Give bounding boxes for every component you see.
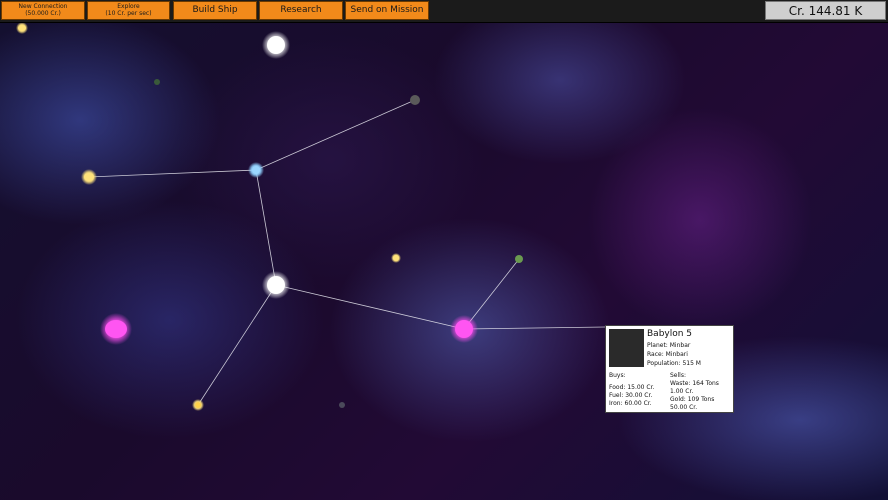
population-field: Population: 515 M	[647, 360, 701, 367]
connection-line	[275, 284, 465, 330]
send-on-mission-button[interactable]: Send on Mission	[345, 1, 429, 20]
sells-section: Sells: Waste: 164 Tons 1.00 Cr. Gold: 10…	[670, 372, 719, 412]
planet-field: Planet: Minbar	[647, 342, 691, 349]
connection-line	[88, 169, 257, 178]
star-system[interactable]	[339, 402, 345, 408]
buys-item: Food: 15.00 Cr.	[609, 384, 655, 391]
connection-line	[255, 99, 416, 171]
send-on-mission-label: Send on Mission	[350, 5, 424, 15]
buys-item: Iron: 60.00 Cr.	[609, 400, 652, 407]
star-system[interactable]	[262, 31, 290, 59]
star-system[interactable]	[262, 271, 290, 299]
planet-thumbnail	[609, 329, 644, 367]
research-button[interactable]: Research	[259, 1, 343, 20]
star-system[interactable]	[16, 22, 28, 34]
star-system[interactable]	[515, 255, 523, 263]
new-connection-button[interactable]: New Connection (50.000 Cr.)	[1, 1, 85, 20]
top-toolbar: New Connection (50.000 Cr.) Explore (10 …	[0, 0, 888, 23]
connection-line	[255, 169, 277, 286]
buys-item: Fuel: 30.00 Cr.	[609, 392, 653, 399]
star-system[interactable]	[154, 79, 160, 85]
build-ship-label: Build Ship	[192, 5, 238, 15]
build-ship-button[interactable]: Build Ship	[173, 1, 257, 20]
sells-label: Sells:	[670, 372, 686, 379]
star-system[interactable]	[81, 169, 97, 185]
explore-button[interactable]: Explore (10 Cr. per sec)	[87, 1, 170, 20]
planet-info-popup: Babylon 5 Planet: Minbar Race: Minbari P…	[605, 325, 734, 413]
new-connection-cost: (50.000 Cr.)	[25, 10, 61, 17]
sells-item: Waste: 164 Tons	[670, 380, 719, 387]
star-system[interactable]	[248, 162, 264, 178]
sells-item: 50.00 Cr.	[670, 404, 698, 411]
credits-display: Cr. 144.81 K	[765, 1, 886, 20]
star-system[interactable]	[192, 399, 204, 411]
research-label: Research	[280, 5, 322, 15]
connection-line	[197, 284, 277, 406]
sells-item: Gold: 109 Tons	[670, 396, 715, 403]
explore-cost: (10 Cr. per sec)	[105, 10, 152, 17]
star-system-selected[interactable]	[450, 315, 478, 343]
sells-item: 1.00 Cr.	[670, 388, 694, 395]
race-field: Race: Minbari	[647, 351, 688, 358]
planet-name: Babylon 5	[647, 329, 693, 339]
buys-section: Buys: Food: 15.00 Cr. Fuel: 30.00 Cr. Ir…	[609, 372, 654, 408]
buys-label: Buys:	[609, 372, 626, 379]
connection-line	[463, 326, 606, 330]
star-map[interactable]	[0, 0, 888, 500]
star-system[interactable]	[100, 313, 132, 345]
star-system[interactable]	[410, 95, 420, 105]
star-system[interactable]	[391, 253, 401, 263]
